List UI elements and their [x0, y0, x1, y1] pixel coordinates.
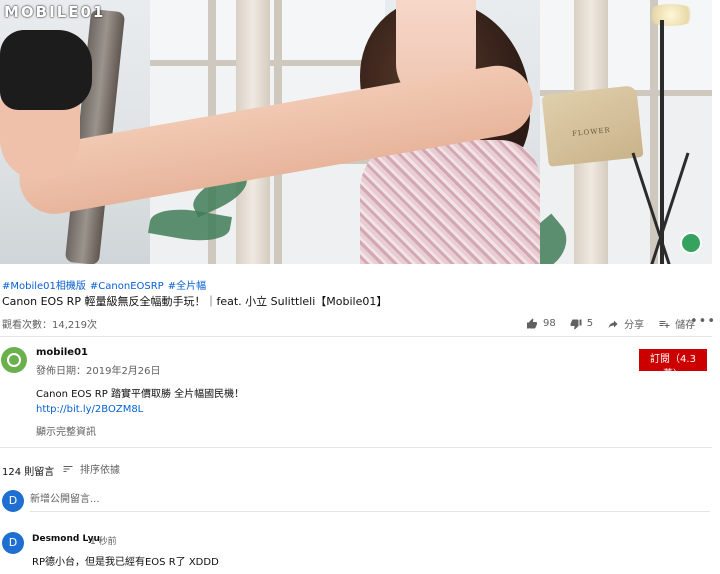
hashtag-link[interactable]: #CanonEOSRP — [90, 281, 164, 292]
thumbs-down-icon — [570, 319, 582, 329]
comment-time[interactable]: 1 秒前 — [90, 534, 117, 547]
comment-count: 124 則留言 — [2, 467, 55, 478]
video-title: Canon EOS RP 輕量級無反全幅動手玩！｜feat. 小立 Sulitt… — [2, 295, 388, 308]
comment-text: RP德小台，但是我已經有EOS R了 XDDD — [32, 557, 219, 568]
more-actions-button[interactable]: ••• — [690, 314, 716, 329]
watermark-logo: MOBILE01 — [4, 3, 106, 21]
share-label: 分享 — [624, 320, 645, 331]
divider — [0, 336, 712, 337]
subscribe-button[interactable]: 訂閱（4.3萬） — [639, 349, 707, 380]
sort-button[interactable]: 排序依據 — [62, 461, 120, 476]
description-text: Canon EOS RP 踏實平價取勝 全片幅國民機！ — [36, 389, 245, 400]
dislike-count: 5 — [586, 318, 594, 329]
divider — [0, 447, 712, 448]
publish-date: 發佈日期：2019年2月26日 — [36, 366, 161, 377]
channel-avatar[interactable] — [1, 347, 27, 373]
video-actions: 98 5 分享 儲存 — [526, 316, 695, 331]
video-player[interactable]: FLOWER MOBILE01 — [0, 0, 712, 264]
dislike-button[interactable]: 5 — [570, 318, 593, 330]
show-more-button[interactable]: 顯示完整資訊 — [36, 423, 96, 438]
share-button[interactable]: 分享 — [607, 316, 644, 331]
thumbs-up-icon — [527, 318, 537, 328]
description-link[interactable]: http://bit.ly/2BOZM8L — [36, 404, 143, 415]
hashtag-link[interactable]: #全片幅 — [168, 281, 206, 292]
person-dress — [360, 140, 540, 264]
like-count: 98 — [543, 318, 556, 329]
share-icon — [608, 320, 618, 328]
comment-input-underline — [30, 511, 710, 512]
user-avatar: D — [2, 490, 24, 512]
comment-avatar[interactable]: D — [2, 532, 24, 554]
playlist-add-icon — [659, 320, 670, 328]
watermark-badge-icon — [680, 232, 702, 254]
sort-label: 排序依據 — [80, 465, 120, 476]
like-button[interactable]: 98 — [526, 318, 556, 330]
channel-name[interactable]: mobile01 — [36, 347, 88, 358]
camera — [0, 30, 92, 110]
lamp — [644, 4, 698, 26]
sort-icon — [63, 465, 73, 472]
hashtags: #Mobile01相機版 #CanonEOSRP #全片幅 — [2, 277, 210, 292]
add-comment-input[interactable] — [30, 489, 710, 509]
flower-bag — [541, 85, 644, 167]
view-count: 觀看次數：14,219次 — [2, 320, 97, 331]
hashtag-link[interactable]: #Mobile01相機版 — [2, 281, 86, 292]
